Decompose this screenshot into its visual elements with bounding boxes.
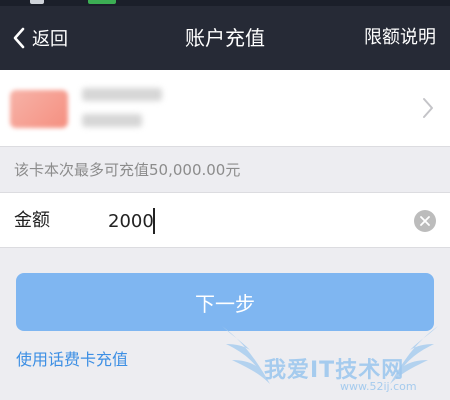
watermark-text: 我爱IT技术网 (264, 358, 405, 383)
card-number-redacted (82, 114, 142, 127)
back-button[interactable]: 返回 (12, 16, 68, 60)
limit-notice-text: 该卡本次最多可充值50,000.00元 (14, 161, 241, 179)
text-cursor (153, 208, 155, 234)
watermark-url: www.52ij.com (340, 380, 417, 393)
navigation-bar: 账户充值 返回 限额说明 (0, 6, 450, 70)
watermark: 我爱IT技术网 www.52ij.com (218, 322, 442, 396)
close-icon (420, 216, 430, 226)
next-step-button[interactable]: 下一步 (16, 273, 434, 331)
amount-label: 金额 (14, 210, 50, 231)
limit-notice: 该卡本次最多可充值50,000.00元 (0, 146, 450, 192)
battery-icon (88, 0, 116, 4)
status-icon (30, 0, 44, 4)
card-name-redacted (82, 88, 162, 101)
bank-card-selector[interactable] (0, 70, 450, 146)
amount-input[interactable] (108, 205, 398, 237)
back-label: 返回 (32, 29, 68, 50)
limit-info-button[interactable]: 限额说明 (364, 16, 436, 60)
amount-row: 金额 (0, 192, 450, 248)
bank-logo (10, 90, 68, 128)
phone-card-recharge-link[interactable]: 使用话费卡充值 (16, 346, 128, 370)
clear-input-button[interactable] (414, 210, 436, 232)
chevron-left-icon (13, 27, 25, 49)
chevron-right-icon (423, 98, 433, 118)
